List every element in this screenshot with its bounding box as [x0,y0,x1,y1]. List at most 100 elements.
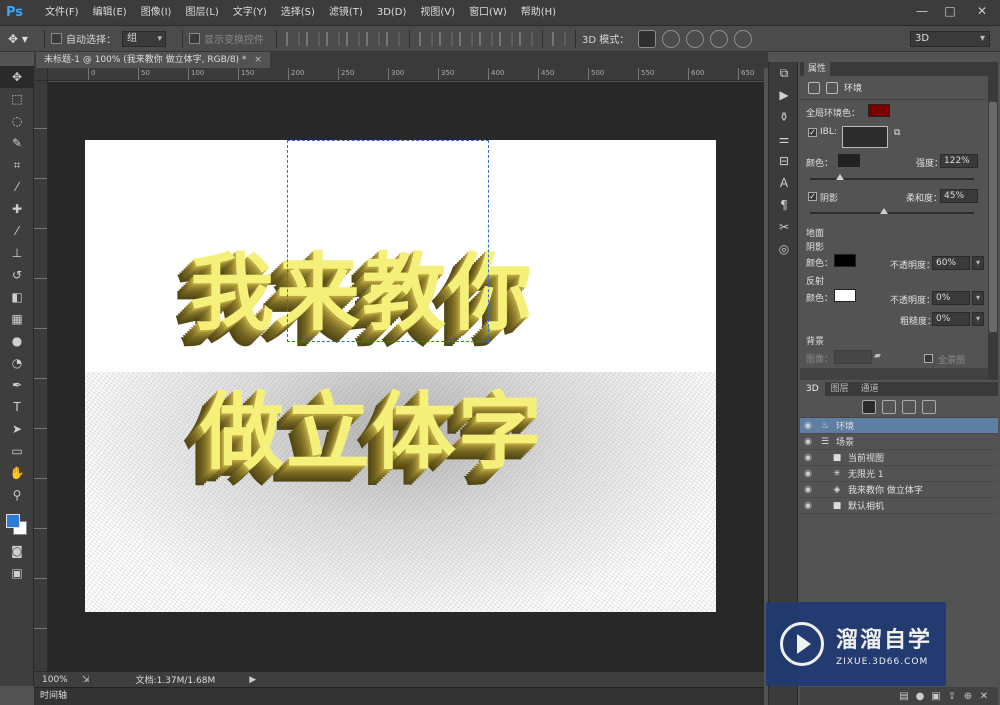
quick-mask-icon[interactable]: ◙ [0,540,34,562]
menu-item[interactable]: 3D(D) [370,0,414,26]
actions-panel-icon[interactable]: ▶ [769,84,799,106]
menu-item[interactable]: 编辑(E) [86,0,134,26]
slide-3d-icon[interactable] [710,29,729,48]
scene-row[interactable]: ◉ ■ 默认相机 [800,498,998,514]
distribute-bottom-icon[interactable] [459,31,473,46]
delete-icon[interactable]: ✕ [976,691,992,702]
visibility-eye-icon[interactable]: ◉ [800,437,816,447]
reflection-opacity-dropdown[interactable]: ▾ [972,291,984,305]
history-brush-tool-icon[interactable]: ↺ [0,264,34,286]
visibility-eye-icon[interactable]: ◉ [800,485,816,495]
ibl-checkbox[interactable]: ✓ [808,128,817,137]
menu-item[interactable]: 文字(Y) [226,0,274,26]
menu-item[interactable]: 图层(L) [178,0,225,26]
auto-select-checkbox[interactable] [51,33,62,44]
render-icon[interactable]: ▤ [896,691,912,702]
layer-comps-icon[interactable]: ⊟ [769,150,799,172]
brush-tool-icon[interactable]: ⁄ [0,220,34,242]
vertical-ruler[interactable] [34,68,48,671]
align-vcenter-icon[interactable] [306,31,320,46]
softness-slider[interactable] [810,208,974,214]
ground-opacity-input[interactable]: 60% [932,256,970,270]
shadow-checkbox[interactable]: ✓ [808,192,817,201]
scene-row[interactable]: ◉ ☰ 场景 [800,434,998,450]
reflection-color-swatch[interactable] [834,289,856,302]
environment-icon[interactable] [808,81,820,94]
visibility-eye-icon[interactable]: ◉ [800,421,816,431]
tools-settings-icon[interactable]: ✂ [769,216,799,238]
gradient-tool-icon[interactable]: ▦ [0,308,34,330]
healing-tool-icon[interactable]: ✚ [0,198,34,220]
lights-icon[interactable] [922,399,936,414]
image-input[interactable] [834,350,872,364]
intensity-input[interactable]: 122% [940,154,978,168]
roughness-input[interactable]: 0% [932,312,970,326]
dodge-tool-icon[interactable]: ◔ [0,352,34,374]
roughness-dropdown[interactable]: ▾ [972,312,984,326]
export-icon[interactable]: ⇲ [82,675,90,685]
tab-3d[interactable]: 3D [800,382,825,396]
close-tab-icon[interactable]: × [254,55,262,65]
minimize-button[interactable]: — [908,0,936,22]
drag-3d-icon[interactable] [686,29,705,48]
character-panel-icon[interactable]: A [769,172,799,194]
selection-marquee[interactable] [287,140,489,342]
blur-tool-icon[interactable]: ● [0,330,34,352]
scene-row[interactable]: ◉ ◈ 我来教你 做立体字 [800,482,998,498]
crop-tool-icon[interactable]: ⌗ [0,154,34,176]
menu-item[interactable]: 图像(I) [134,0,179,26]
ground-opacity-dropdown[interactable]: ▾ [972,256,984,270]
meshes-icon[interactable] [882,399,896,414]
menu-item[interactable]: 滤镜(T) [322,0,370,26]
marquee-tool-icon[interactable]: ⬚ [0,88,34,110]
foreground-color[interactable] [6,514,20,528]
properties-scrollbar[interactable] [988,62,998,380]
align-top-icon[interactable] [286,31,300,46]
zoom-level[interactable]: 100% [34,675,68,685]
eraser-tool-icon[interactable]: ◧ [0,286,34,308]
menu-item[interactable]: 文件(F) [38,0,86,26]
materials-icon[interactable] [902,399,916,414]
global-ambient-swatch[interactable] [868,104,890,117]
ground-color-swatch[interactable] [834,254,856,267]
color-swatches[interactable] [0,506,34,540]
distribute-vcenter-icon[interactable] [439,31,453,46]
visibility-eye-icon[interactable]: ◉ [800,501,816,511]
auto-select-dropdown[interactable]: 组 [122,30,166,47]
export-3d-icon[interactable]: ⇪ [944,691,960,702]
menu-item[interactable]: 帮助(H) [514,0,563,26]
align-left-icon[interactable] [346,31,360,46]
align-hcenter-icon[interactable] [366,31,380,46]
menu-item[interactable]: 窗口(W) [462,0,514,26]
stamp-tool-icon[interactable]: ⊥ [0,242,34,264]
scene-row[interactable]: ◉ ♨ 环境 [800,418,998,434]
maximize-button[interactable]: □ [936,0,964,22]
folder-icon[interactable]: ▰ [874,351,881,361]
history-panel-icon[interactable]: ⧉ [769,62,799,84]
scene-icon[interactable] [826,81,838,94]
whole-scene-icon[interactable] [862,399,876,414]
scene-row[interactable]: ◉ ✳ 无限光 1 [800,466,998,482]
roll-3d-icon[interactable] [662,29,681,48]
move-tool-icon[interactable]: ✥ [0,66,34,88]
eyedropper-tool-icon[interactable]: ⁄ [0,176,34,198]
adjustments-panel-icon[interactable]: ⚱ [769,106,799,128]
align-right-icon[interactable] [386,31,400,46]
type-tool-icon[interactable]: T [0,396,34,418]
show-transform-checkbox[interactable] [189,33,200,44]
visibility-eye-icon[interactable]: ◉ [800,469,816,479]
light-color-swatch[interactable] [838,154,860,167]
path-select-tool-icon[interactable]: ➤ [0,418,34,440]
add-light-icon[interactable]: ● [912,691,928,702]
document-tab[interactable]: 未标题-1 @ 100% (我来教你 做立体字, RGB/8) * × [36,52,270,68]
align-bottom-icon[interactable] [326,31,340,46]
paragraph-panel-icon[interactable]: ¶ [769,194,799,216]
camera-view-icon[interactable]: ▣ [928,691,944,702]
screen-mode-icon[interactable]: ▣ [0,562,34,584]
ibl-thumbnail[interactable] [842,126,888,148]
canvas-workspace[interactable]: 我来教你 做立体字 [48,82,764,671]
zoom-tool-icon[interactable]: ⚲ [0,484,34,506]
menu-item[interactable]: 视图(V) [413,0,462,26]
new-icon[interactable]: ⊕ [960,691,976,702]
slider-knob[interactable] [836,174,844,180]
